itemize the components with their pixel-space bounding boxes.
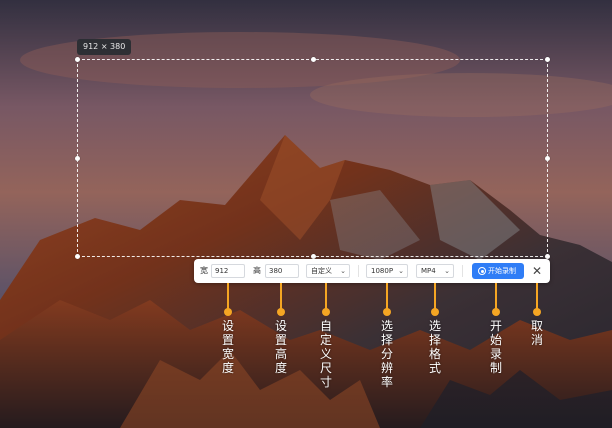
callout-dot bbox=[224, 308, 232, 316]
callout-label: 取消 bbox=[530, 319, 543, 347]
callout-line bbox=[325, 283, 327, 311]
chevron-down-icon: ⌄ bbox=[444, 267, 450, 275]
callout-label: 开始录制 bbox=[489, 319, 502, 375]
selection-size-badge: 912 × 380 bbox=[77, 39, 132, 55]
height-label: 高 bbox=[253, 266, 261, 275]
close-icon[interactable]: ✕ bbox=[530, 263, 544, 279]
height-value: 380 bbox=[269, 267, 283, 275]
callout-dot bbox=[492, 308, 500, 316]
width-label: 宽 bbox=[200, 266, 208, 275]
width-input[interactable]: 912 bbox=[211, 264, 245, 278]
callout-label: 选择格式 bbox=[428, 319, 441, 375]
callout-dot bbox=[383, 308, 391, 316]
callout-line bbox=[434, 283, 436, 311]
callout-dot bbox=[322, 308, 330, 316]
callout-dot bbox=[431, 308, 439, 316]
record-icon bbox=[478, 267, 486, 275]
start-recording-label: 开始录制 bbox=[488, 267, 516, 275]
divider bbox=[358, 265, 359, 277]
callout-label: 设置宽度 bbox=[221, 319, 234, 375]
chevron-down-icon: ⌄ bbox=[340, 267, 346, 275]
resize-handle-top[interactable] bbox=[311, 57, 316, 62]
callout-dot bbox=[277, 308, 285, 316]
format-value: MP4 bbox=[421, 267, 436, 275]
capture-selection-area[interactable] bbox=[75, 57, 550, 259]
callout-label: 自定义尺寸 bbox=[319, 319, 332, 389]
callout-line bbox=[495, 283, 497, 311]
size-preset-select[interactable]: 自定义 ⌄ bbox=[306, 264, 350, 278]
chevron-down-icon: ⌄ bbox=[398, 267, 404, 275]
resize-handle-left[interactable] bbox=[75, 156, 80, 161]
start-recording-button[interactable]: 开始录制 bbox=[472, 263, 524, 279]
callout-label: 设置高度 bbox=[274, 319, 287, 375]
resolution-value: 1080P bbox=[371, 267, 394, 275]
format-select[interactable]: MP4 ⌄ bbox=[416, 264, 454, 278]
resize-handle-top-left[interactable] bbox=[75, 57, 80, 62]
callout-line bbox=[280, 283, 282, 311]
resolution-select[interactable]: 1080P ⌄ bbox=[366, 264, 408, 278]
resize-handle-bottom-left[interactable] bbox=[75, 254, 80, 259]
callout-label: 选择分辨率 bbox=[380, 319, 393, 389]
resize-handle-right[interactable] bbox=[545, 156, 550, 161]
width-value: 912 bbox=[215, 267, 229, 275]
callout-line bbox=[386, 283, 388, 311]
resize-handle-top-right[interactable] bbox=[545, 57, 550, 62]
divider bbox=[462, 265, 463, 277]
callout-line bbox=[536, 283, 538, 311]
size-preset-value: 自定义 bbox=[311, 267, 332, 275]
recording-toolbar: 宽 912 高 380 自定义 ⌄ 1080P ⌄ MP4 ⌄ 开始录制 ✕ bbox=[194, 259, 550, 283]
callout-line bbox=[227, 283, 229, 311]
callout-dot bbox=[533, 308, 541, 316]
height-input[interactable]: 380 bbox=[265, 264, 299, 278]
